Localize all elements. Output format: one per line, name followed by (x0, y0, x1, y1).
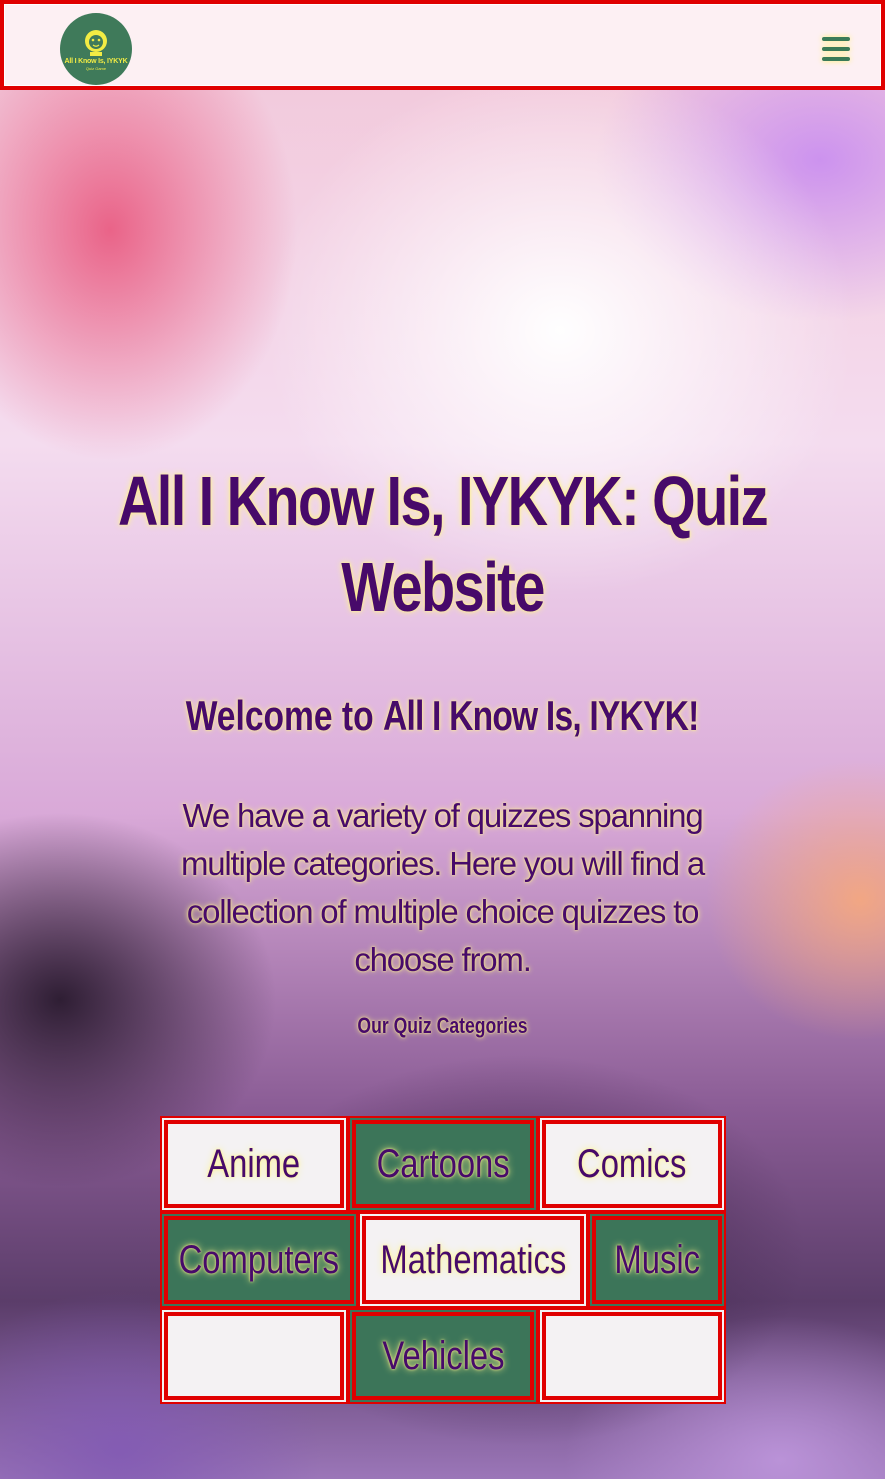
category-label: Computers (178, 1237, 340, 1282)
category-label: Comics (577, 1141, 687, 1186)
category-empty[interactable] (160, 1308, 348, 1404)
category-vehicles[interactable]: Vehicles (348, 1308, 538, 1404)
welcome-prefix: Welcome to (185, 692, 383, 739)
category-row: Anime Cartoons Comics (160, 1116, 726, 1212)
category-grid: Anime Cartoons Comics Computers Mathemat… (160, 1116, 726, 1404)
category-comics[interactable]: Comics (538, 1116, 726, 1212)
intro-paragraph: We have a variety of quizzes spanning mu… (180, 797, 705, 978)
menu-bar (822, 37, 850, 41)
logo-subtext: Quiz Game (85, 65, 107, 71)
lion-head-icon (85, 29, 107, 56)
category-label: Mathematics (380, 1237, 566, 1282)
category-computers[interactable]: Computers (160, 1212, 358, 1308)
category-label: Music (614, 1237, 700, 1282)
categories-heading: Our Quiz Categories (357, 1013, 528, 1038)
welcome-heading: Welcome to All I Know Is, IYKYK! (89, 690, 797, 742)
category-music[interactable]: Music (588, 1212, 726, 1308)
category-empty[interactable] (538, 1308, 726, 1404)
welcome-suffix: ! (688, 692, 700, 739)
category-mathematics[interactable]: Mathematics (358, 1212, 588, 1308)
category-label: Cartoons (376, 1141, 510, 1186)
hamburger-menu-icon[interactable] (820, 34, 852, 64)
category-label: Vehicles (381, 1333, 505, 1378)
category-anime[interactable]: Anime (160, 1116, 348, 1212)
category-row: Computers Mathematics Music (160, 1212, 726, 1308)
category-label: Anime (207, 1141, 301, 1186)
logo-text: All I Know Is, IYKYK (64, 57, 128, 65)
site-logo[interactable]: All I Know Is, IYKYK Quiz Game (60, 13, 132, 85)
menu-bar (822, 57, 850, 61)
site-header: All I Know Is, IYKYK Quiz Game (0, 0, 885, 90)
welcome-site-name: All I Know Is, IYKYK (382, 692, 689, 739)
page-title: All I Know Is, IYKYK: Quiz Website (117, 462, 769, 626)
category-cartoons[interactable]: Cartoons (348, 1116, 538, 1212)
menu-bar (822, 47, 850, 51)
category-row: Vehicles (160, 1308, 726, 1404)
